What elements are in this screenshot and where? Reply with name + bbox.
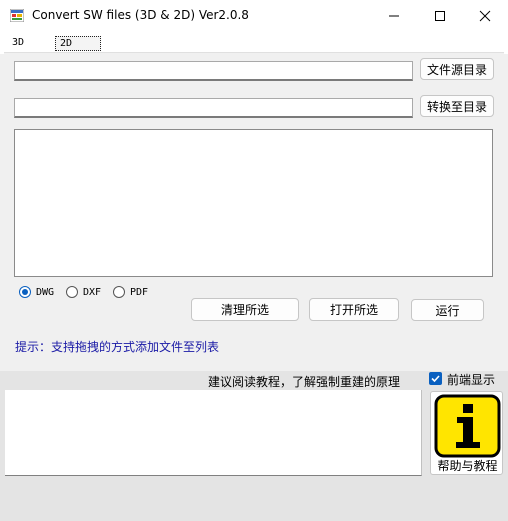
help-tutorial-button[interactable]: 帮助与教程: [430, 391, 503, 475]
radio-unselected-icon: [66, 286, 78, 298]
clear-selected-button[interactable]: 清理所选: [191, 298, 299, 321]
window-title: Convert SW files (3D & 2D) Ver2.0.8: [32, 8, 249, 22]
log-textbox[interactable]: [5, 390, 422, 476]
topmost-label[interactable]: 前端显示: [447, 371, 495, 388]
close-icon: [479, 10, 491, 22]
tutorial-tip: 建议阅读教程，了解强制重建的原理: [208, 375, 401, 389]
maximize-button[interactable]: [417, 0, 463, 32]
radio-selected-icon: [19, 286, 31, 298]
format-dwg-label: DWG: [36, 286, 55, 298]
target-dir-input[interactable]: [14, 98, 413, 118]
source-dir-input[interactable]: [14, 61, 413, 81]
close-button[interactable]: [462, 0, 508, 32]
file-list[interactable]: [14, 129, 493, 277]
app-icon: [10, 9, 24, 22]
minimize-button[interactable]: [371, 0, 417, 32]
format-pdf-radio[interactable]: PDF: [113, 285, 148, 299]
checkmark-icon: [431, 375, 440, 383]
format-pdf-label: PDF: [130, 286, 149, 298]
run-button[interactable]: 运行: [411, 299, 484, 321]
format-dxf-radio[interactable]: DXF: [66, 285, 101, 299]
tab-2d[interactable]: 2D: [55, 36, 101, 51]
tab-3d[interactable]: 3D: [8, 36, 28, 51]
minimize-icon: [389, 15, 399, 17]
radio-unselected-icon: [113, 286, 125, 298]
source-dir-button[interactable]: 文件源目录: [420, 58, 494, 80]
drag-drop-hint: 提示：支持拖拽的方式添加文件至列表: [15, 340, 220, 354]
topmost-checkbox[interactable]: [429, 372, 442, 385]
format-dxf-label: DXF: [83, 286, 102, 298]
format-dwg-radio[interactable]: DWG: [19, 285, 54, 299]
target-dir-button[interactable]: 转换至目录: [420, 95, 494, 117]
open-selected-button[interactable]: 打开所选: [309, 298, 399, 321]
maximize-icon: [435, 11, 445, 21]
info-icon: [434, 394, 501, 458]
help-label: 帮助与教程: [437, 459, 498, 473]
